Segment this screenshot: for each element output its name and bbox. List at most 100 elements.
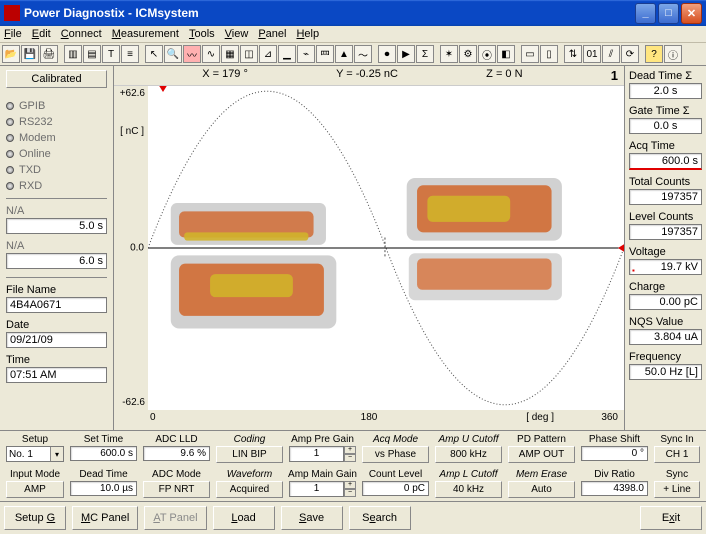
tb-tool4-icon[interactable]: ◧ bbox=[497, 45, 515, 63]
tb-mode1-icon[interactable]: ⇅ bbox=[564, 45, 582, 63]
tb-rec-icon[interactable]: ⏺ bbox=[378, 45, 396, 63]
sync-button[interactable]: + Line bbox=[654, 481, 700, 498]
stepper-up-icon[interactable]: + bbox=[344, 446, 356, 454]
total-counts-field[interactable]: 197357 bbox=[629, 189, 702, 205]
led-icon bbox=[6, 182, 14, 190]
amp-l-cutoff-button[interactable]: 40 kHz bbox=[435, 481, 502, 498]
at-panel-button[interactable]: AT Panel bbox=[144, 506, 206, 530]
mem-erase-button[interactable]: Auto bbox=[508, 481, 575, 498]
tb-play-icon[interactable]: ▶ bbox=[397, 45, 415, 63]
tb-mode2-icon[interactable]: 01 bbox=[583, 45, 601, 63]
freq-field[interactable]: 50.0 Hz [L] bbox=[629, 364, 702, 380]
adc-lld-field[interactable]: 9.6 % bbox=[143, 446, 210, 461]
tb-sigma-icon[interactable]: Σ bbox=[416, 45, 434, 63]
tb-fft-icon[interactable]: ⺫ bbox=[316, 45, 334, 63]
tb-open-icon[interactable]: 📂 bbox=[2, 45, 20, 63]
amp-main-gain-stepper[interactable]: 1 +− bbox=[289, 481, 356, 497]
input-mode-button[interactable]: AMP bbox=[6, 481, 64, 498]
dead-time-sigma-field[interactable]: 2.0 s bbox=[629, 83, 702, 99]
save-button[interactable]: Save bbox=[281, 506, 343, 530]
tb-tool1-icon[interactable]: ✶ bbox=[440, 45, 458, 63]
tb-list-icon[interactable]: ≡ bbox=[121, 45, 139, 63]
cursor-marker-top-icon[interactable] bbox=[158, 86, 168, 92]
tb-hist-icon[interactable]: ⊿ bbox=[259, 45, 277, 63]
tb-wave-icon[interactable]: 〜 bbox=[354, 45, 372, 63]
tb-mode4-icon[interactable]: ⟳ bbox=[621, 45, 639, 63]
tb-sine-icon[interactable]: ∿ bbox=[202, 45, 220, 63]
na2-field[interactable]: 6.0 s bbox=[6, 253, 107, 269]
pd-pattern-button[interactable]: AMP OUT bbox=[508, 446, 575, 463]
close-button[interactable]: ✕ bbox=[681, 3, 702, 24]
phase-shift-field[interactable]: 0 ° bbox=[581, 446, 648, 461]
tb-zoom-icon[interactable]: 🔍 bbox=[164, 45, 182, 63]
menu-connect[interactable]: Connect bbox=[61, 28, 102, 40]
cursor-marker-right-icon[interactable] bbox=[618, 243, 624, 253]
load-button[interactable]: Load bbox=[213, 506, 275, 530]
tb-chart1-icon[interactable]: 〰 bbox=[183, 45, 201, 63]
app-icon bbox=[4, 5, 20, 21]
waveform-button[interactable]: Acquired bbox=[216, 481, 283, 498]
menu-measurement[interactable]: Measurement bbox=[112, 28, 179, 40]
y-tick-mid: 0.0 bbox=[130, 243, 144, 254]
tb-print-icon[interactable]: 🖨 bbox=[40, 45, 58, 63]
minimize-button[interactable]: _ bbox=[635, 3, 656, 24]
tb-tool2-icon[interactable]: ⚙ bbox=[459, 45, 477, 63]
calibrated-button[interactable]: Calibrated bbox=[6, 70, 107, 88]
time-field[interactable]: 07:51 AM bbox=[6, 367, 107, 383]
tb-layout2-icon[interactable]: ▤ bbox=[83, 45, 101, 63]
amp-u-cutoff-button[interactable]: 800 kHz bbox=[435, 446, 502, 463]
status-label: RXD bbox=[19, 180, 42, 192]
stepper-down-icon[interactable]: − bbox=[344, 489, 356, 497]
gate-time-sigma-field[interactable]: 0.0 s bbox=[629, 118, 702, 134]
coding-button[interactable]: LIN BIP bbox=[216, 446, 283, 463]
tb-peak-icon[interactable]: ▲ bbox=[335, 45, 353, 63]
search-button[interactable]: Search bbox=[349, 506, 411, 530]
menu-edit[interactable]: Edit bbox=[32, 28, 51, 40]
tb-bars-icon[interactable]: ▁ bbox=[278, 45, 296, 63]
voltage-field[interactable]: ▪19.7 kV bbox=[629, 259, 702, 275]
level-counts-field[interactable]: 197357 bbox=[629, 224, 702, 240]
div-ratio-field[interactable]: 4398.0 bbox=[581, 481, 648, 496]
acq-time-field[interactable]: 600.0 s bbox=[629, 153, 702, 170]
setup-g-button[interactable]: Setup G bbox=[4, 506, 66, 530]
filename-field[interactable]: 4B4A0671 bbox=[6, 297, 107, 313]
control-panel: Setup No. 1▾ Set Time 600.0 s ADC LLD 9.… bbox=[0, 430, 706, 501]
tb-3d-icon[interactable]: ◫ bbox=[240, 45, 258, 63]
setup-select[interactable]: No. 1▾ bbox=[6, 446, 64, 462]
tb-help-icon[interactable]: ? bbox=[645, 45, 663, 63]
tb-scope-icon[interactable]: ⌁ bbox=[297, 45, 315, 63]
na1-field[interactable]: 5.0 s bbox=[6, 218, 107, 234]
maximize-button[interactable]: □ bbox=[658, 3, 679, 24]
stepper-down-icon[interactable]: − bbox=[344, 454, 356, 462]
tb-cursor-icon[interactable]: ↖ bbox=[145, 45, 163, 63]
date-field[interactable]: 09/21/09 bbox=[6, 332, 107, 348]
tb-info-icon[interactable]: ⓘ bbox=[664, 45, 682, 63]
acq-mode-button[interactable]: vs Phase bbox=[362, 446, 429, 463]
charge-field[interactable]: 0.00 pC bbox=[629, 294, 702, 310]
stepper-up-icon[interactable]: + bbox=[344, 481, 356, 489]
menu-file[interactable]: File bbox=[4, 28, 22, 40]
dead-time-field[interactable]: 10.0 µs bbox=[70, 481, 137, 496]
menu-tools[interactable]: Tools bbox=[189, 28, 215, 40]
window-titlebar: Power Diagnostix - ICMsystem _ □ ✕ bbox=[0, 0, 706, 26]
tb-text-icon[interactable]: T bbox=[102, 45, 120, 63]
tb-grid-icon[interactable]: ▦ bbox=[221, 45, 239, 63]
tb-save-icon[interactable]: 💾 bbox=[21, 45, 39, 63]
menu-view[interactable]: View bbox=[225, 28, 249, 40]
menu-help[interactable]: Help bbox=[296, 28, 319, 40]
plot-canvas[interactable] bbox=[148, 86, 624, 410]
set-time-field[interactable]: 600.0 s bbox=[70, 446, 137, 461]
menu-panel[interactable]: Panel bbox=[258, 28, 286, 40]
adc-mode-button[interactable]: FP NRT bbox=[143, 481, 210, 498]
tb-mode3-icon[interactable]: ⫽ bbox=[602, 45, 620, 63]
tb-layout1-icon[interactable]: ▥ bbox=[64, 45, 82, 63]
count-level-field[interactable]: 0 pC bbox=[362, 481, 429, 496]
sync-in-button[interactable]: CH 1 bbox=[654, 446, 700, 463]
tb-panel1-icon[interactable]: ▭ bbox=[521, 45, 539, 63]
mc-panel-button[interactable]: MC Panel bbox=[72, 506, 138, 530]
nqs-field[interactable]: 3.804 uA bbox=[629, 329, 702, 345]
amp-pre-gain-stepper[interactable]: 1 +− bbox=[289, 446, 356, 462]
tb-panel2-icon[interactable]: ▯ bbox=[540, 45, 558, 63]
tb-tool3-icon[interactable]: ⦿ bbox=[478, 45, 496, 63]
exit-button[interactable]: Exit bbox=[640, 506, 702, 530]
